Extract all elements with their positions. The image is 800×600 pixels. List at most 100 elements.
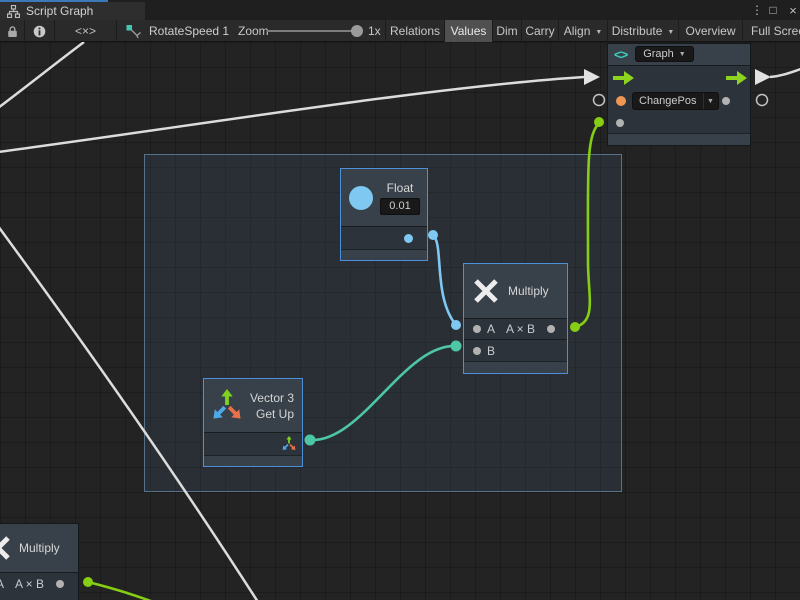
toolbar-button-fullscreen[interactable]: Full Screen: [742, 20, 800, 42]
chevron-down-icon: ▼: [707, 98, 714, 105]
multiply-node-header: Multiply: [464, 264, 567, 318]
toolbar-button-values[interactable]: Values: [444, 20, 492, 42]
info-button[interactable]: [25, 20, 55, 42]
empty-port-ring-left[interactable]: [594, 95, 605, 106]
flow-arrowhead-right: [755, 69, 771, 85]
float-output-row: [341, 226, 427, 249]
toolbar-button-overview[interactable]: Overview: [678, 20, 742, 42]
vector3-axes-icon: [210, 389, 244, 423]
empty-port-ring-right[interactable]: [757, 95, 768, 106]
tab-script-graph[interactable]: Script Graph: [0, 2, 145, 20]
wire-green-bottom-multiply-out: [88, 582, 156, 600]
node-title: Multiply: [508, 284, 549, 298]
changepos-value: ChangePos: [633, 95, 703, 107]
vector3-get-up-node[interactable]: Vector 3 Get Up: [203, 378, 303, 467]
port-input-a[interactable]: [473, 325, 481, 333]
lock-icon: [7, 25, 18, 38]
port-float-output[interactable]: [404, 234, 413, 243]
wire-white-upper-left: [0, 42, 84, 108]
chevron-down-icon: ▼: [595, 29, 602, 36]
zoom-slider-track[interactable]: [267, 30, 362, 32]
graph-unit-node[interactable]: <> Graph ▼ ChangePos ▼: [607, 43, 751, 146]
multiply-row-a: A A × B: [464, 318, 567, 340]
multiply-node-partial[interactable]: Multiply A A × B: [0, 523, 79, 600]
button-label: Dim: [496, 24, 517, 38]
multiply-x-icon: [0, 535, 11, 561]
graph-breadcrumb[interactable]: RotateSpeed 1: [126, 20, 229, 42]
vector-output-row: [204, 432, 302, 455]
button-label: Distribute: [612, 24, 663, 38]
button-label: Values: [451, 24, 487, 38]
port-label-a: A: [0, 577, 4, 591]
port-label-output: A × B: [506, 322, 535, 336]
zoom-slider-handle[interactable]: [351, 25, 363, 37]
port-input[interactable]: [616, 119, 624, 127]
float-value-field[interactable]: 0.01: [380, 198, 420, 215]
toolbar-button-dim[interactable]: Dim: [492, 20, 521, 42]
port-vector3-output-icon[interactable]: [281, 436, 297, 452]
vector-node-header: Vector 3 Get Up: [204, 379, 302, 432]
node-footer: [204, 455, 302, 466]
port-orange-input[interactable]: [616, 96, 626, 106]
flow-input-arrow-icon[interactable]: [613, 71, 634, 85]
port-label-b: B: [487, 344, 495, 358]
float-literal-node[interactable]: Float 0.01: [340, 168, 428, 261]
toolbar-button-relations[interactable]: Relations: [385, 20, 444, 42]
tab-bar: Script Graph ⋮ □ ×: [0, 0, 800, 20]
node-footer: [341, 249, 427, 260]
node-title: Multiply: [19, 541, 60, 555]
toolbar-button-distribute[interactable]: Distribute ▼: [607, 20, 678, 42]
port-input-b[interactable]: [473, 347, 481, 355]
node-footer: [464, 361, 567, 373]
chevron-down-icon: ▼: [667, 29, 674, 36]
node-title: Float: [387, 181, 414, 195]
port-output[interactable]: [547, 325, 555, 333]
multiply-node[interactable]: Multiply A A × B B: [463, 263, 568, 374]
window-controls: ⋮ □ ×: [751, 0, 799, 20]
port-label-output: A × B: [15, 577, 44, 591]
zoom-value: 1x: [368, 24, 381, 38]
flow-arrowhead-left: [584, 69, 600, 85]
multiply-node-header: Multiply: [0, 524, 78, 572]
close-icon[interactable]: ×: [787, 3, 799, 18]
button-label: Overview: [685, 24, 735, 38]
chevron-down-icon: ▼: [679, 51, 686, 58]
wire-white-into-graph-node: [0, 77, 584, 152]
script-brackets-icon: <>: [614, 47, 627, 62]
multiply-x-icon: [473, 278, 499, 304]
window-menu-icon[interactable]: ⋮: [751, 3, 759, 17]
code-view-icon: <×>: [75, 24, 96, 38]
graph-type-dropdown[interactable]: Graph ▼: [635, 46, 694, 62]
wire-cap: [83, 577, 93, 587]
toolbar-button-align[interactable]: Align ▼: [558, 20, 607, 42]
changepos-row: ChangePos ▼: [608, 91, 750, 113]
node-footer: [608, 133, 750, 145]
wire-cap: [594, 117, 604, 127]
script-graph-asset-icon: [126, 24, 142, 39]
graph-canvas[interactable]: <> Graph ▼ ChangePos ▼: [0, 42, 800, 600]
flow-output-arrow-icon[interactable]: [726, 71, 747, 85]
graph-type-label: Graph: [643, 48, 674, 60]
float-node-header: Float 0.01: [341, 169, 427, 226]
info-icon: [33, 25, 46, 38]
node-title: Vector 3: [250, 391, 294, 405]
wire-white-out-of-graph-node: [770, 69, 800, 77]
code-view-button[interactable]: <×>: [55, 20, 117, 42]
multiply-row-b: B: [464, 339, 567, 361]
graph-node-header: <> Graph ▼: [608, 44, 750, 65]
button-label: Carry: [525, 24, 554, 38]
graph-name-label: RotateSpeed 1: [149, 24, 229, 38]
button-label: Relations: [390, 24, 440, 38]
value-port-row: [608, 112, 750, 133]
lock-button[interactable]: [0, 20, 25, 42]
port-output[interactable]: [56, 580, 64, 588]
graph-toolbar: <×> RotateSpeed 1 Zoom 1x Relations Valu…: [0, 20, 800, 42]
toolbar-button-carry[interactable]: Carry: [521, 20, 558, 42]
changepos-dropdown[interactable]: ChangePos ▼: [632, 92, 719, 110]
port-output[interactable]: [722, 97, 730, 105]
tab-title: Script Graph: [26, 4, 93, 18]
flow-port-row: [608, 65, 750, 91]
float-type-icon: [349, 186, 373, 210]
maximize-icon[interactable]: □: [767, 3, 779, 17]
port-label-a: A: [487, 322, 495, 336]
